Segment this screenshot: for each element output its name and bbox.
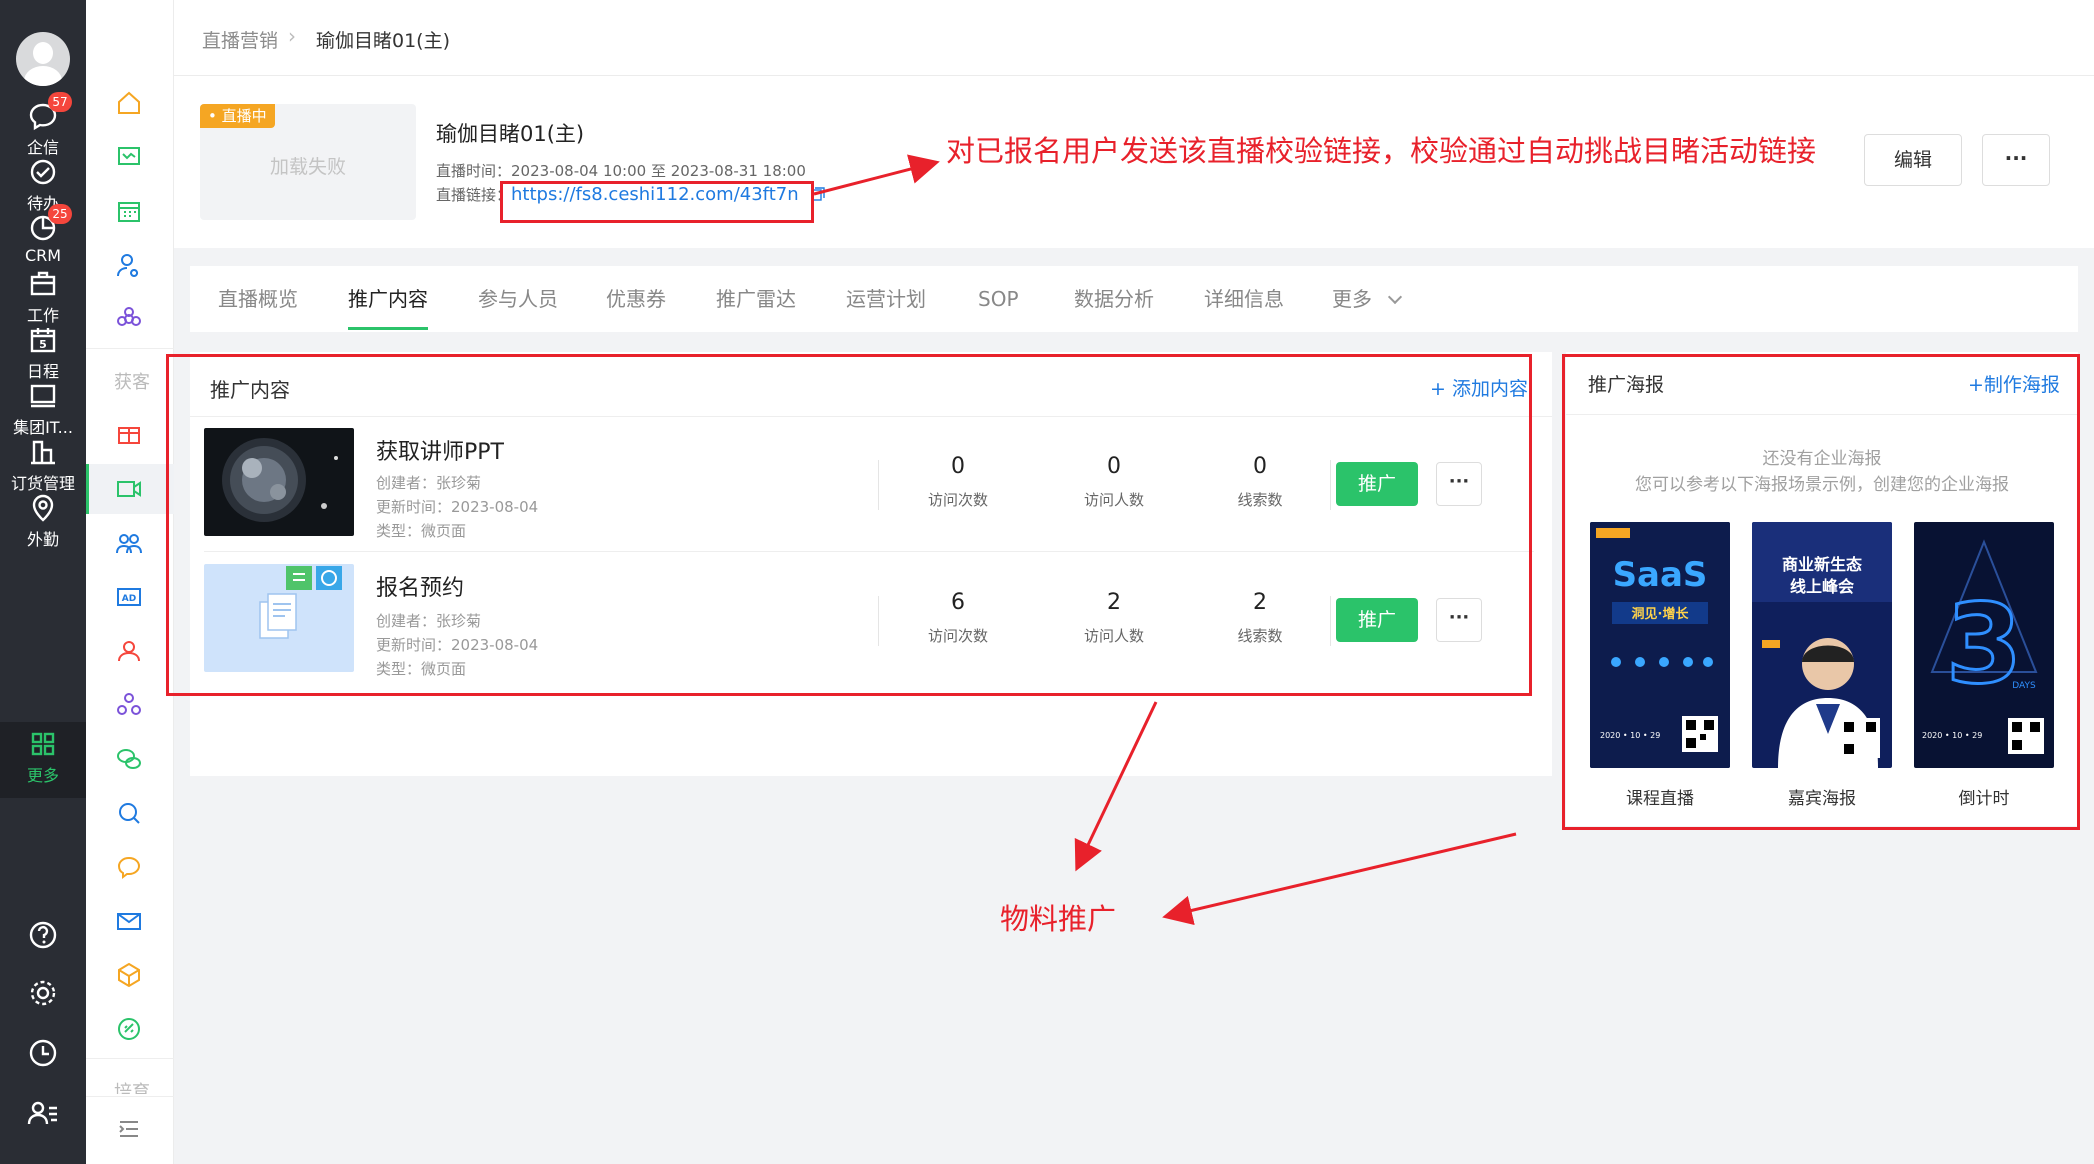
tab-promo-content[interactable]: 推广内容 xyxy=(348,266,428,332)
breadcrumb-separator-icon: › xyxy=(288,24,296,48)
cube-icon[interactable] xyxy=(114,960,144,990)
board-icon[interactable] xyxy=(114,142,144,172)
chevron-down-icon xyxy=(1387,289,1403,305)
user-settings-icon[interactable] xyxy=(114,250,144,280)
tab-more[interactable]: 更多 xyxy=(1332,266,1403,332)
collapse-menu-icon[interactable] xyxy=(114,1114,144,1144)
annotation-box-posters xyxy=(1562,354,2080,830)
annotation-box-content xyxy=(166,354,1532,696)
gift-icon[interactable] xyxy=(114,418,144,448)
live-time-label: 直播时间： xyxy=(436,162,512,180)
tab-details[interactable]: 详细信息 xyxy=(1204,266,1284,332)
search-chat-icon[interactable] xyxy=(114,798,144,828)
tab-coupons[interactable]: 优惠券 xyxy=(606,266,666,332)
avatar[interactable] xyxy=(16,32,70,86)
tab-participants[interactable]: 参与人员 xyxy=(478,266,558,332)
grid-icon xyxy=(31,732,55,756)
link-icon[interactable] xyxy=(114,1014,144,1044)
video-live-icon[interactable] xyxy=(114,474,144,504)
rail-label: 更多 xyxy=(26,766,59,785)
edit-button[interactable]: 编辑 xyxy=(1864,134,1962,186)
tab-ops-plan[interactable]: 运营计划 xyxy=(846,266,926,332)
help-icon[interactable] xyxy=(26,918,60,952)
cluster-icon[interactable] xyxy=(114,690,144,720)
monitor-icon xyxy=(30,384,56,408)
annotation-material-note: 物料推广 xyxy=(1000,902,1117,936)
svg-text:5: 5 xyxy=(39,338,47,351)
tab-data-analysis[interactable]: 数据分析 xyxy=(1074,266,1154,332)
rail-item-more[interactable]: 更多 xyxy=(0,722,86,798)
breadcrumb-parent[interactable]: 直播营销 xyxy=(202,26,278,53)
tab-promo-radar[interactable]: 推广雷达 xyxy=(716,266,796,332)
live-time: 直播时间：2023-08-04 10:00 至 2023-08-31 18:00 xyxy=(436,160,806,181)
wechat-icon[interactable] xyxy=(114,744,144,774)
breadcrumb: 直播营销 › 瑜伽目睹01(主) xyxy=(174,0,2094,76)
annotation-box-link xyxy=(500,181,814,223)
home-icon[interactable] xyxy=(114,88,144,118)
rail-item-field[interactable]: 外勤 xyxy=(0,486,86,558)
breadcrumb-current: 瑜伽目睹01(主) xyxy=(316,30,451,52)
tab-sop[interactable]: SOP xyxy=(978,266,1019,332)
check-circle-icon xyxy=(30,159,56,185)
calendar-icon[interactable] xyxy=(114,196,144,226)
users-icon[interactable] xyxy=(114,636,144,666)
tab-bar: 直播概览 推广内容 参与人员 优惠券 推广雷达 运营计划 SOP 数据分析 详细… xyxy=(190,266,2078,332)
tab-overview[interactable]: 直播概览 xyxy=(218,266,298,332)
user-list-icon[interactable] xyxy=(26,1096,60,1130)
more-actions-button[interactable]: ··· xyxy=(1982,134,2050,186)
mail-icon[interactable] xyxy=(114,906,144,936)
module-nav: 获客 AD 培育 xyxy=(86,0,174,1164)
flower-icon[interactable] xyxy=(114,304,144,334)
group-icon[interactable] xyxy=(114,528,144,558)
status-badge: • 直播中 xyxy=(200,104,275,128)
live-time-value: 2023-08-04 10:00 至 2023-08-31 18:00 xyxy=(511,162,806,180)
cover-load-failed: 加载失败 xyxy=(269,156,346,178)
live-cover: • 直播中 加载失败 xyxy=(200,104,416,220)
location-pin-icon xyxy=(32,494,54,522)
svg-text:AD: AD xyxy=(122,594,136,604)
ad-icon[interactable]: AD xyxy=(114,582,144,612)
clock-icon[interactable] xyxy=(26,1036,60,1070)
page-title: 瑜伽目睹01(主) xyxy=(436,122,585,146)
annotation-link-note: 对已报名用户发送该直播校验链接，校验通过自动挑战目睹活动链接 xyxy=(946,134,1817,168)
nav-section-nurture: 培育 xyxy=(114,1082,150,1094)
calendar-icon: 5 xyxy=(30,328,56,353)
briefcase-icon xyxy=(30,271,56,296)
tab-more-label: 更多 xyxy=(1332,287,1372,311)
arrow-from-posters xyxy=(1162,832,1517,926)
comment-icon[interactable] xyxy=(114,852,144,882)
rail-label: 外勤 xyxy=(26,530,59,549)
crm-badge: 25 xyxy=(48,204,72,224)
bar-chart-icon xyxy=(31,440,55,465)
settings-icon[interactable] xyxy=(26,976,60,1010)
unread-badge: 57 xyxy=(48,92,72,112)
main-rail: 57 企信 待办 25 CRM 工作 5 日程 集团IT... 订货管理 外勤 … xyxy=(0,0,86,1164)
nav-section-acquire: 获客 xyxy=(114,372,150,393)
